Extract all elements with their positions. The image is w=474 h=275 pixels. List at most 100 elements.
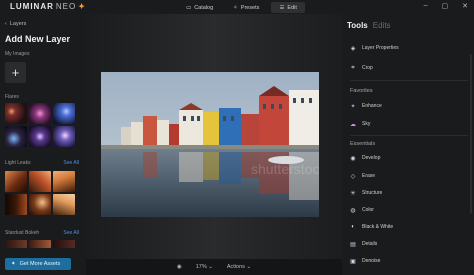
layers-icon: ◈ — [350, 45, 356, 52]
stardust-thumb[interactable] — [29, 240, 51, 248]
denoise-icon: ▣ — [350, 258, 356, 265]
light-leak-thumb[interactable] — [53, 171, 75, 192]
color-icon: ◍ — [350, 207, 356, 214]
logo-suffix: NEO — [55, 2, 77, 11]
essentials-label: Essentials — [350, 141, 376, 147]
tab-presets[interactable]: ✧ Presets — [225, 2, 267, 13]
plus-icon: + — [11, 65, 20, 80]
light-leaks-label: Light Leaks — [5, 160, 31, 166]
left-panel: ‹ Layers Add New Layer My Images + Flare… — [0, 14, 86, 275]
flare-thumb[interactable] — [5, 126, 27, 147]
close-button[interactable]: ✕ — [462, 2, 468, 10]
tab-edits[interactable]: Edits — [373, 21, 391, 30]
right-tabs: Tools Edits — [347, 21, 391, 30]
tab-catalog[interactable]: ▭ Catalog — [178, 2, 221, 13]
flares-label: Flares — [5, 94, 19, 100]
tool-denoise[interactable]: ▣ Denoise — [350, 258, 381, 265]
catalog-icon: ▭ — [186, 4, 192, 11]
flare-thumb[interactable] — [53, 126, 75, 147]
enhance-icon: ✦ — [350, 103, 356, 110]
light-leak-thumb[interactable] — [29, 171, 51, 192]
light-leak-thumb[interactable] — [5, 194, 27, 215]
panel-title: Add New Layer — [5, 34, 71, 44]
flares-grid — [5, 103, 75, 147]
photo-preview[interactable]: shutterstock — [101, 72, 319, 217]
stardust-thumb[interactable] — [53, 240, 75, 248]
image-canvas[interactable]: shutterstock — [86, 14, 342, 259]
favorites-label: Favorites — [350, 88, 373, 94]
sky-label: Sky — [362, 121, 371, 127]
stardust-grid — [5, 240, 75, 248]
structure-label: Structure — [362, 190, 383, 196]
zoom-control[interactable]: 17% ⌄ — [196, 264, 213, 270]
get-more-assets-button[interactable]: ✦ Get More Assets — [5, 258, 71, 270]
tool-sky[interactable]: ☁ Sky — [350, 121, 371, 128]
tool-crop[interactable]: ⌗ Crop — [350, 64, 373, 72]
actions-menu[interactable]: Actions ⌄ — [227, 264, 251, 270]
actions-label: Actions — [226, 264, 245, 270]
stardust-thumb[interactable] — [5, 240, 27, 248]
flare-thumb[interactable] — [5, 103, 27, 124]
get-more-assets-label: Get More Assets — [19, 261, 61, 267]
develop-label: Develop — [362, 155, 381, 161]
tool-color[interactable]: ◍ Color — [350, 207, 374, 214]
tool-erase[interactable]: ◇ Erase — [350, 173, 376, 180]
tab-edit[interactable]: ☰ Edit — [271, 2, 305, 13]
light-leaks-grid — [5, 171, 75, 215]
maximize-button[interactable]: ▢ — [442, 2, 449, 10]
tool-layer-properties[interactable]: ◈ Layer Properties — [350, 45, 399, 52]
photo-image: shutterstock — [101, 72, 319, 217]
details-icon: ▤ — [350, 241, 356, 248]
color-label: Color — [362, 207, 374, 213]
tool-black-white[interactable]: ◐ Black & White — [350, 224, 393, 230]
tool-develop[interactable]: ◉ Develop — [350, 155, 381, 162]
bottom-bar: ◉ 17% ⌄ Actions ⌄ — [86, 259, 342, 275]
minimize-button[interactable]: – — [424, 2, 428, 10]
stardust-see-all[interactable]: See All — [63, 230, 79, 236]
zoom-value: 17% — [195, 264, 207, 270]
crop-label: Crop — [362, 65, 373, 71]
watermark-text: shutterstock — [251, 161, 319, 177]
app-logo: LUMINAR NEO ✦ — [10, 2, 86, 11]
tool-details[interactable]: ▤ Details — [350, 241, 378, 248]
eye-icon[interactable]: ◉ — [177, 264, 182, 270]
black-white-icon: ◐ — [351, 224, 355, 230]
tab-edit-label: Edit — [287, 4, 297, 11]
window-controls: – ▢ ✕ — [424, 2, 468, 10]
tab-tools[interactable]: Tools — [347, 21, 368, 30]
erase-label: Erase — [362, 173, 376, 179]
edit-icon: ☰ — [279, 4, 285, 11]
tab-catalog-label: Catalog — [194, 4, 214, 11]
flare-thumb[interactable] — [29, 103, 51, 124]
top-bar: LUMINAR NEO ✦ ▭ Catalog ✧ Presets ☰ Edit… — [0, 0, 474, 14]
my-images-label: My Images — [5, 51, 30, 57]
light-leak-thumb[interactable] — [53, 194, 75, 215]
add-image-button[interactable]: + — [5, 62, 26, 83]
back-to-layers[interactable]: ‹ Layers — [5, 21, 26, 27]
black-white-label: Black & White — [362, 224, 394, 230]
divider — [350, 135, 468, 136]
right-scrollbar[interactable] — [470, 54, 472, 214]
logo-star-icon: ✦ — [78, 1, 86, 11]
crop-icon: ⌗ — [351, 64, 355, 71]
details-label: Details — [362, 241, 378, 247]
layer-properties-label: Layer Properties — [362, 45, 399, 51]
sparkle-icon: ✦ — [11, 261, 16, 267]
light-leak-thumb[interactable] — [5, 171, 27, 192]
denoise-label: Denoise — [362, 258, 381, 264]
stardust-label: Stardust Bokeh — [5, 230, 40, 236]
main-nav: ▭ Catalog ✧ Presets ☰ Edit — [178, 2, 305, 13]
flare-thumb[interactable] — [53, 103, 75, 124]
develop-icon: ◉ — [350, 155, 356, 162]
flare-thumb[interactable] — [29, 126, 51, 147]
tool-enhance[interactable]: ✦ Enhance — [350, 103, 381, 110]
sky-icon: ☁ — [350, 121, 356, 128]
structure-icon: ✳ — [350, 190, 356, 197]
light-leaks-see-all[interactable]: See All — [63, 160, 79, 166]
tool-structure[interactable]: ✳ Structure — [350, 190, 383, 197]
right-panel: Tools Edits ◈ Layer Properties ⌗ Crop Fa… — [342, 14, 474, 275]
light-leak-thumb[interactable] — [29, 194, 51, 215]
tab-presets-label: Presets — [240, 4, 260, 11]
divider — [350, 80, 468, 81]
back-label: Layers — [9, 21, 27, 27]
